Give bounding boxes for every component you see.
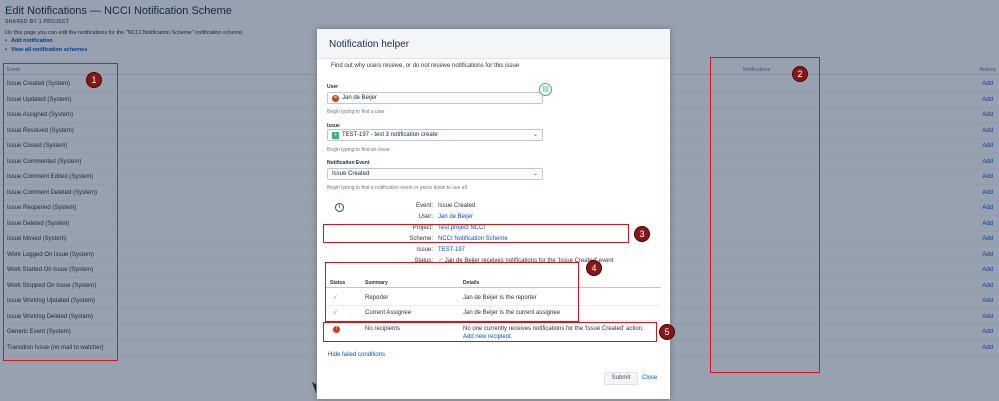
dialog-title: Notification helper <box>329 39 410 50</box>
user-avatar-icon: ✕ <box>332 95 339 102</box>
event-select-value: Issue Created <box>332 171 370 177</box>
user-field-label: User <box>327 84 339 90</box>
submit-button[interactable]: Submit <box>604 372 638 385</box>
annotation-box-4 <box>325 262 579 322</box>
event-select[interactable]: Issue Created ⌄ <box>327 168 543 180</box>
detail-user-key: User: <box>418 214 433 220</box>
detail-issue-link[interactable]: TEST-197 <box>438 247 465 253</box>
user-input-value: Jan de Beijer <box>342 95 378 101</box>
annotation-badge-1: 1 <box>86 72 102 88</box>
issue-type-icon: + <box>332 132 339 139</box>
detail-event-value: Issue Created <box>438 203 476 209</box>
annotation-box-3 <box>323 224 629 243</box>
annotation-badge-4: 4 <box>586 260 602 276</box>
close-button[interactable]: Close <box>642 375 657 381</box>
annotation-box-1 <box>3 63 118 361</box>
annotation-box-5 <box>323 322 657 342</box>
annotation-badge-2: 2 <box>792 66 808 82</box>
user-hint: Begin typing to find a user <box>327 109 385 115</box>
user-picker-icon[interactable]: ▤ <box>539 83 552 96</box>
issue-select[interactable]: + TEST-197 - test 3 notification create … <box>327 129 543 141</box>
event-hint: Begin typing to find a notification even… <box>327 185 467 191</box>
notification-helper-dialog: Notification helper Find out why users r… <box>317 29 670 399</box>
annotation-badge-5: 5 <box>659 324 675 340</box>
event-field-label: Notification Event <box>327 160 370 166</box>
detail-event-key: Event: <box>415 203 433 209</box>
issue-select-value: TEST-197 - test 3 notification create <box>342 132 438 138</box>
chevron-down-icon: ⌄ <box>532 132 538 138</box>
annotation-box-2 <box>710 57 820 373</box>
user-input[interactable]: ✕ Jan de Beijer <box>327 92 543 104</box>
issue-hint: Begin typing to find an issue <box>327 147 390 153</box>
chevron-down-icon: ⌄ <box>532 171 538 177</box>
dialog-subtitle: Find out why users receive, or do not re… <box>331 63 520 69</box>
info-icon: i <box>335 203 344 212</box>
detail-user-link[interactable]: Jan de Beijer <box>438 214 473 220</box>
dialog-header: Notification helper <box>317 29 670 59</box>
annotation-badge-3: 3 <box>634 226 650 242</box>
detail-issue-key: Issue: <box>416 247 433 253</box>
hide-failed-conditions-link[interactable]: Hide failed conditions <box>328 352 385 358</box>
